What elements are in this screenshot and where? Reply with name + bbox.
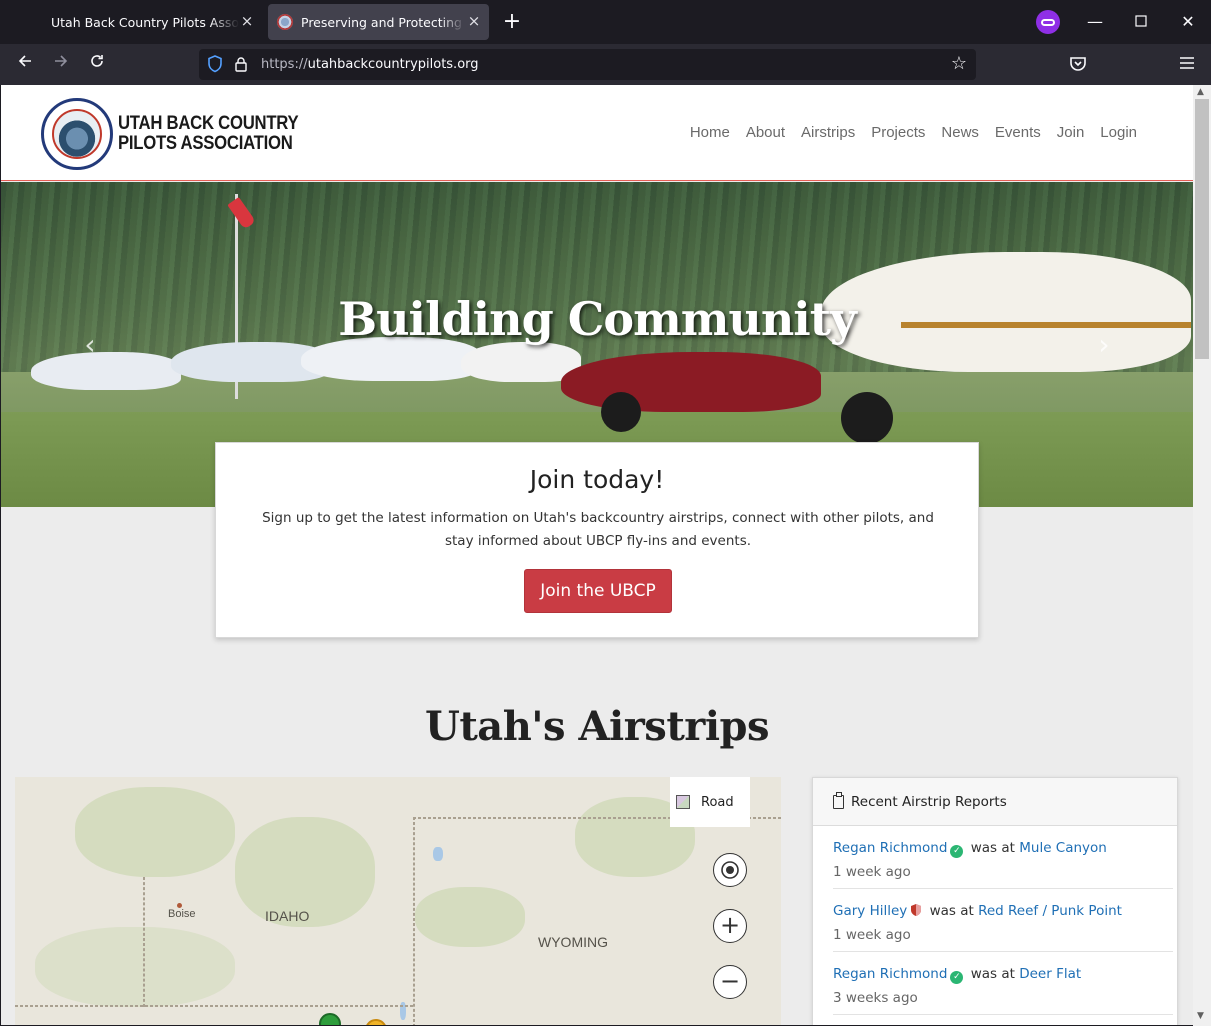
report-connector: was at bbox=[970, 966, 1015, 982]
tracking-protection-icon[interactable] bbox=[207, 55, 223, 73]
nav-join[interactable]: Join bbox=[1049, 124, 1093, 141]
logo-line-2: PILOTS ASSOCIATION bbox=[118, 133, 293, 154]
report-line: Gary Hilley was at Red Reef / Punk Point bbox=[833, 903, 1122, 919]
lake-shape bbox=[433, 847, 443, 861]
carousel-next-icon[interactable]: › bbox=[1091, 331, 1117, 359]
locate-me-icon[interactable] bbox=[713, 853, 747, 887]
close-tab-icon[interactable]: × bbox=[240, 14, 254, 29]
close-window-icon[interactable]: ✕ bbox=[1178, 12, 1198, 32]
airstrip-marker[interactable] bbox=[365, 1019, 387, 1025]
reports-header: Recent Airstrip Reports bbox=[813, 778, 1177, 826]
state-border bbox=[413, 817, 415, 1025]
page-viewport: UTAH BACK COUNTRY PILOTS ASSOCIATION Hom… bbox=[1, 85, 1193, 1025]
map-terrain bbox=[415, 887, 525, 947]
site-favicon-icon bbox=[277, 14, 293, 30]
pilot-link[interactable]: Gary Hilley bbox=[833, 903, 907, 919]
pilot-link[interactable]: Regan Richmond bbox=[833, 840, 947, 856]
join-title: Join today! bbox=[529, 465, 665, 494]
tab-bar: Utah Back Country Pilots Association × P… bbox=[0, 0, 1211, 44]
minimize-icon[interactable]: — bbox=[1085, 12, 1105, 32]
tab-preserving[interactable]: Preserving and Protecting Utah's × bbox=[268, 4, 489, 40]
menu-icon[interactable] bbox=[1176, 53, 1198, 75]
zoom-in-icon[interactable]: + bbox=[713, 909, 747, 943]
zoom-out-icon[interactable]: − bbox=[713, 965, 747, 999]
map-terrain bbox=[35, 927, 235, 1007]
nav-airstrips[interactable]: Airstrips bbox=[793, 124, 863, 141]
plane-image bbox=[31, 352, 181, 390]
nav-projects[interactable]: Projects bbox=[863, 124, 933, 141]
report-time: 1 week ago bbox=[833, 927, 911, 943]
airstrip-link[interactable]: Red Reef / Punk Point bbox=[978, 903, 1122, 919]
nav-news[interactable]: News bbox=[933, 124, 987, 141]
recent-reports-panel: Recent Airstrip Reports Regan Richmond ✓ … bbox=[812, 777, 1178, 1025]
shield-icon bbox=[911, 904, 922, 916]
forward-icon[interactable] bbox=[50, 53, 72, 75]
join-description: Sign up to get the latest information on… bbox=[262, 510, 934, 549]
report-connector: was at bbox=[929, 903, 974, 919]
reports-title: Recent Airstrip Reports bbox=[851, 794, 1007, 810]
close-tab-icon[interactable]: × bbox=[467, 14, 481, 29]
ubcp-logo-seal[interactable] bbox=[41, 98, 113, 170]
nav-toolbar: https://utahbackcountrypilots.org ☆ T 17 bbox=[0, 44, 1211, 118]
back-icon[interactable] bbox=[14, 53, 36, 75]
plane-image bbox=[561, 352, 821, 412]
state-border bbox=[15, 1005, 413, 1007]
map-label-idaho: IDAHO bbox=[265, 908, 310, 924]
pocket-icon[interactable] bbox=[1068, 54, 1088, 74]
maximize-icon[interactable] bbox=[1131, 12, 1151, 32]
report-line: Regan Richmond ✓ was at Deer Flat bbox=[833, 966, 1081, 984]
private-browsing-icon bbox=[1036, 10, 1060, 34]
pilot-link[interactable]: Regan Richmond bbox=[833, 966, 947, 982]
page-scrollbar[interactable]: ▲ ▼ bbox=[1193, 85, 1211, 1026]
report-connector: was at bbox=[970, 840, 1015, 856]
tab-title: Preserving and Protecting Utah's bbox=[301, 14, 465, 30]
lock-icon[interactable] bbox=[234, 56, 248, 72]
airstrip-marker[interactable] bbox=[319, 1013, 341, 1025]
wheel-image bbox=[841, 392, 893, 444]
airstrip-link[interactable]: Mule Canyon bbox=[1019, 840, 1107, 856]
map-terrain bbox=[75, 787, 235, 877]
clipboard-icon bbox=[833, 792, 844, 809]
report-time: 1 week ago bbox=[833, 864, 911, 880]
join-ubcp-button[interactable]: Join the UBCP bbox=[524, 569, 672, 613]
list-item: Regan Richmond ✓ was at Mule Canyon 1 wee… bbox=[833, 826, 1173, 889]
tab-ubcp[interactable]: Utah Back Country Pilots Association × bbox=[38, 4, 262, 40]
nav-home[interactable]: Home bbox=[682, 124, 738, 141]
scroll-down-icon[interactable]: ▼ bbox=[1197, 1011, 1204, 1021]
nav-login[interactable]: Login bbox=[1092, 124, 1145, 141]
airstrip-link[interactable]: Deer Flat bbox=[1019, 966, 1081, 982]
map-layer-icon bbox=[676, 795, 690, 809]
report-line: Regan Richmond ✓ was at Mule Canyon bbox=[833, 840, 1107, 858]
map-label-boise: Boise bbox=[168, 908, 196, 920]
url-text[interactable]: https://utahbackcountrypilots.org bbox=[261, 57, 479, 72]
report-time: 3 weeks ago bbox=[833, 990, 918, 1006]
main-nav: Home About Airstrips Projects News Event… bbox=[682, 124, 1145, 141]
scroll-up-icon[interactable]: ▲ bbox=[1197, 87, 1204, 97]
address-bar[interactable]: https://utahbackcountrypilots.org ☆ bbox=[199, 49, 976, 80]
scrollbar-thumb[interactable] bbox=[1195, 99, 1209, 359]
list-item: Gary Hilley was at Red Reef / Punk Point… bbox=[833, 889, 1173, 952]
map-label-wyoming: WYOMING bbox=[538, 934, 608, 950]
map-layer-toggle[interactable]: Road bbox=[670, 777, 750, 827]
reload-icon[interactable] bbox=[86, 53, 108, 75]
tab-title: Utah Back Country Pilots Association bbox=[51, 14, 239, 30]
airstrips-map[interactable]: Boise IDAHO WYOMING Road + − bbox=[15, 777, 781, 1025]
logo-line-1: UTAH BACK COUNTRY bbox=[118, 113, 299, 134]
verified-icon: ✓ bbox=[950, 845, 964, 858]
map-layer-label: Road bbox=[701, 795, 734, 810]
join-card: Join today! Sign up to get the latest in… bbox=[215, 442, 979, 638]
list-item: Regan Richmond ✓ was at Deer Flat 3 weeks… bbox=[833, 952, 1173, 1015]
nav-events[interactable]: Events bbox=[987, 124, 1049, 141]
nav-about[interactable]: About bbox=[738, 124, 793, 141]
state-border bbox=[143, 877, 145, 1007]
site-header: UTAH BACK COUNTRY PILOTS ASSOCIATION Hom… bbox=[1, 85, 1193, 181]
hero-headline: Building Community bbox=[338, 292, 857, 346]
wheel-image bbox=[601, 392, 641, 432]
carousel-prev-icon[interactable]: ‹ bbox=[77, 331, 103, 359]
bookmark-star-icon[interactable]: ☆ bbox=[948, 53, 970, 75]
site-logo-text[interactable]: UTAH BACK COUNTRY PILOTS ASSOCIATION bbox=[118, 113, 299, 154]
airstrips-title: Utah's Airstrips bbox=[424, 703, 770, 750]
verified-icon: ✓ bbox=[950, 971, 964, 984]
new-tab-icon[interactable]: + bbox=[502, 11, 522, 33]
